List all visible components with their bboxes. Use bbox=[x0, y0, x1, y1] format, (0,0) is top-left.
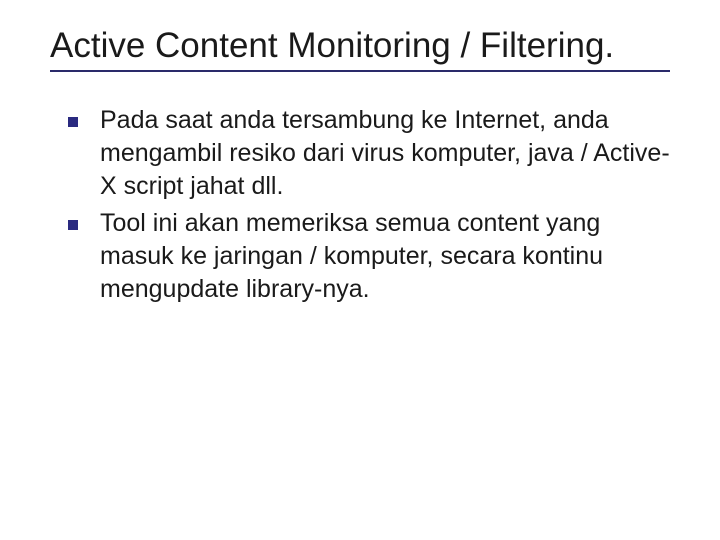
list-item: Pada saat anda tersambung ke Internet, a… bbox=[68, 104, 670, 203]
square-bullet-icon bbox=[68, 117, 78, 127]
square-bullet-icon bbox=[68, 220, 78, 230]
bullet-text: Pada saat anda tersambung ke Internet, a… bbox=[100, 104, 670, 203]
bullet-list: Pada saat anda tersambung ke Internet, a… bbox=[50, 104, 670, 306]
list-item: Tool ini akan memeriksa semua content ya… bbox=[68, 207, 670, 306]
bullet-text: Tool ini akan memeriksa semua content ya… bbox=[100, 207, 670, 306]
slide-title: Active Content Monitoring / Filtering. bbox=[50, 24, 670, 72]
slide-container: Active Content Monitoring / Filtering. P… bbox=[0, 0, 720, 540]
